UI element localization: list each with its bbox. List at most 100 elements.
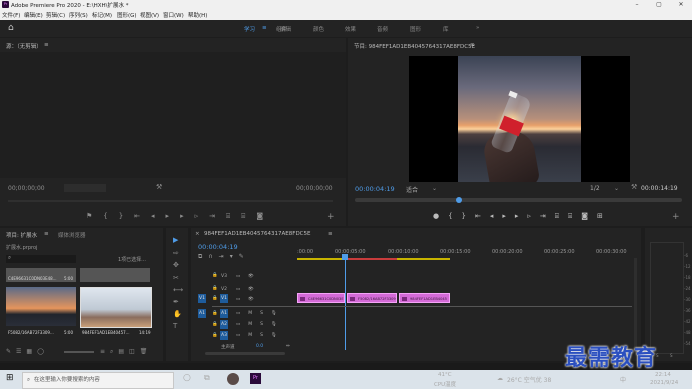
workspace-tab-learn[interactable]: 学习 (244, 25, 255, 33)
close-button[interactable]: ✕ (670, 0, 692, 10)
meter-solo-right[interactable]: S (670, 353, 673, 358)
program-settings-icon[interactable]: ⚒ (631, 183, 637, 191)
master-volume-value[interactable]: 0.0 (256, 344, 263, 349)
source-timecode-in[interactable]: 00;00;00;00 (8, 185, 45, 192)
program-resolution-dropdown[interactable]: 1/2 (590, 185, 600, 192)
timeline-toolbar[interactable]: ⧉∩⇥▾✎ (198, 253, 250, 261)
workspace-tab-audio[interactable]: 音频 (377, 25, 388, 33)
windows-start-icon[interactable]: ⊞ (6, 373, 14, 383)
workspace-more-button[interactable]: » (476, 25, 479, 31)
lock-icon[interactable]: 🔒 (212, 273, 218, 278)
sync-icon[interactable]: ▭ (236, 297, 240, 302)
selection-tool-icon[interactable]: ▶ (173, 236, 178, 244)
workspace-tab-editing[interactable]: 编辑 (280, 25, 291, 33)
source-transport-controls[interactable]: ⚑{}⇤◂▸▸▹⇥⌸⌸◙ (86, 212, 274, 221)
media-browser-tab[interactable]: 媒体浏览器 (58, 231, 86, 239)
timeline-close-icon[interactable]: × (195, 231, 200, 237)
menu-sequence[interactable]: 序列(S) (69, 11, 88, 19)
hand-tool-icon[interactable]: ✋ (173, 310, 182, 318)
menu-marker[interactable]: 标记(M) (92, 11, 112, 19)
source-monitor-title[interactable]: 源：（无剪辑） (6, 42, 42, 50)
home-icon[interactable]: ⌂ (8, 23, 14, 33)
source-page-dropdown[interactable] (64, 184, 106, 192)
sync-icon[interactable]: ▭ (236, 287, 240, 292)
cortana-icon[interactable]: ○ (183, 373, 191, 383)
track-label-v1[interactable]: V1 (220, 294, 228, 303)
zoom-slider[interactable] (64, 351, 94, 353)
source-patch-a1[interactable]: A1 (198, 309, 206, 318)
fit-chevron-icon[interactable]: ⌄ (432, 185, 437, 192)
slip-tool-icon[interactable]: ⟷ (173, 286, 183, 294)
add-button[interactable]: + (327, 212, 335, 222)
project-menu-icon[interactable]: ≡ (44, 231, 49, 237)
timeline-clip[interactable]: F5082/16AB72F3309 (347, 293, 397, 303)
menu-view[interactable]: 视图(V) (140, 11, 159, 19)
lock-icon[interactable]: 🔒 (212, 296, 218, 301)
program-playhead[interactable] (456, 197, 462, 203)
source-scrubber[interactable] (8, 200, 333, 202)
menu-window[interactable]: 窗口(W) (163, 11, 184, 19)
menu-clip[interactable]: 剪辑(C) (46, 11, 65, 19)
program-menu-icon[interactable]: ≡ (470, 42, 475, 48)
lock-icon[interactable]: 🔒 (212, 322, 218, 327)
weather-icon[interactable]: ☁ (497, 375, 503, 382)
timeline-timecode[interactable]: 00:00:04:19 (198, 243, 238, 251)
menu-help[interactable]: 帮助(H) (188, 11, 207, 19)
sync-icon[interactable]: ▭ (236, 274, 240, 279)
premiere-taskbar-icon[interactable]: Pr (250, 373, 261, 384)
resolution-chevron-icon[interactable]: ⌄ (614, 185, 619, 192)
timeline-clip[interactable]: 984FEF1AD1EB4045 (399, 293, 450, 303)
timeline-vertical-scrollbar[interactable] (634, 258, 637, 350)
workspace-tab-color[interactable]: 颜色 (313, 25, 324, 33)
workspace-menu-icon[interactable]: ≡ (262, 25, 267, 31)
track-label-a2[interactable]: A2 (220, 320, 228, 329)
taskbar-search-box[interactable]: ⌕ 在这里输入你要搜索的内容 (22, 372, 174, 389)
timeline-menu-icon[interactable]: ≡ (328, 231, 333, 237)
clip-thumbnail[interactable] (6, 287, 76, 326)
lock-icon[interactable]: 🔒 (212, 286, 218, 291)
maximize-button[interactable]: ▢ (648, 0, 670, 10)
program-scrubber[interactable] (355, 198, 682, 202)
clip-thumbnail-selected[interactable] (80, 287, 152, 328)
minimize-button[interactable]: – (626, 0, 648, 10)
source-timecode-out[interactable]: 00;00;00;00 (296, 185, 333, 192)
eye-icon[interactable]: 👁 (248, 287, 254, 292)
project-tab[interactable]: 项目: 扩展水 (6, 231, 37, 239)
audio-track-controls[interactable]: ▭MS🎙 (236, 311, 285, 316)
taskbar-app-avatar[interactable] (227, 373, 239, 385)
settings-wrench-icon[interactable]: ⚒ (156, 183, 162, 191)
pen-tool-icon[interactable]: ✒ (173, 298, 179, 306)
project-search-input[interactable] (6, 255, 76, 263)
menu-file[interactable]: 文件(F) (2, 11, 20, 19)
timeline-sequence-tab[interactable]: 984FEF1AD1EB4045764317AE8FDC5E (204, 231, 311, 237)
ime-indicator[interactable]: 中 (620, 375, 626, 384)
clock-time[interactable]: 22:14 (655, 372, 671, 378)
work-area-bar[interactable] (297, 258, 345, 260)
lock-icon[interactable]: 🔒 (212, 333, 218, 338)
track-label-a3[interactable]: A3 (220, 331, 228, 340)
program-add-button[interactable]: + (672, 212, 680, 222)
project-bottom-toolbar[interactable]: ✎☰▦◯ (6, 348, 49, 355)
task-view-icon[interactable]: ⧉ (204, 373, 210, 383)
track-label-a1[interactable]: A1 (220, 309, 228, 318)
eye-icon[interactable]: 👁 (248, 274, 254, 279)
clock-date[interactable]: 2021/9/24 (650, 380, 678, 386)
project-bottom-toolbar-right[interactable]: ≡⌕▤◫🗑 (100, 348, 152, 356)
menu-graphics[interactable]: 图形(G) (117, 11, 137, 19)
clip-thumbnail[interactable] (80, 268, 150, 282)
audio-track-controls[interactable]: ▭MS🎙 (236, 322, 285, 327)
track-select-tool-icon[interactable]: ⇨ (173, 249, 179, 257)
eye-icon[interactable]: 👁 (248, 297, 254, 302)
program-fit-dropdown[interactable]: 适合 (406, 185, 418, 194)
lock-icon[interactable]: 🔒 (212, 311, 218, 316)
workspace-tab-effects[interactable]: 效果 (345, 25, 356, 33)
razor-tool-icon[interactable]: ✂ (173, 274, 179, 282)
audio-track-controls[interactable]: ▭MS🎙 (236, 333, 285, 338)
timeline-zoom-scrollbar[interactable] (205, 352, 285, 355)
workspace-tab-libraries[interactable]: 库 (443, 25, 449, 33)
program-timecode[interactable]: 00:00:04:19 (355, 185, 395, 193)
panel-menu-icon[interactable]: ≡ (44, 42, 49, 48)
menu-edit[interactable]: 编辑(E) (24, 11, 43, 19)
program-transport-controls[interactable]: ●{}⇤◂▸▸▹⇥⌸⌸◙⊞ (433, 212, 612, 221)
program-monitor-title[interactable]: 节目: 984FEF1AD1EB4045764317AE8FDC5E (354, 42, 475, 50)
